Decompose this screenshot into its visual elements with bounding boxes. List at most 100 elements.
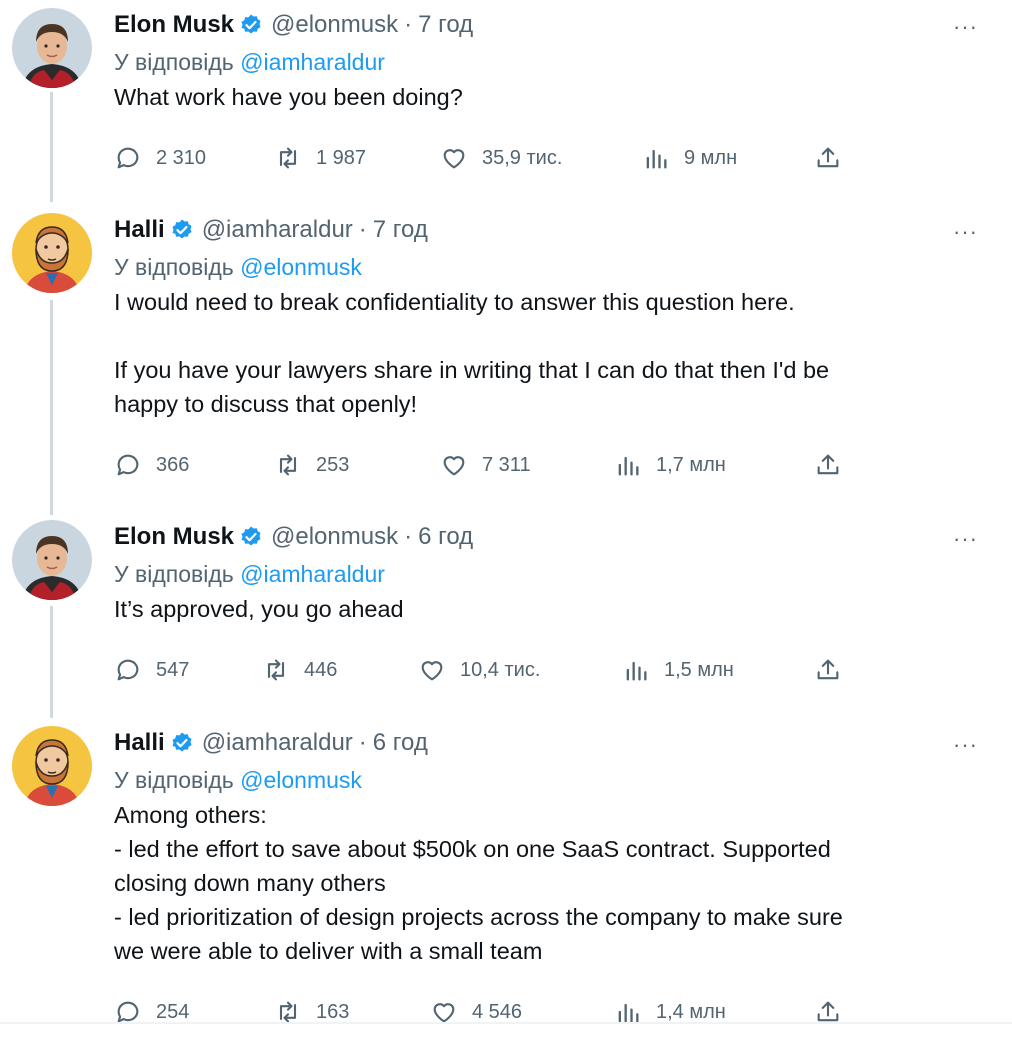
author-handle[interactable]: @elonmusk <box>271 11 398 39</box>
timestamp[interactable]: 7 год <box>373 216 428 244</box>
author-name[interactable]: Halli <box>114 216 165 244</box>
elon-avatar-icon <box>12 520 92 600</box>
tweet-text: Among others: - led the effort to save a… <box>114 798 964 968</box>
reply-count: 2 310 <box>156 146 207 169</box>
tweet-actions: 366 253 7 311 1,7 млн <box>114 445 854 485</box>
retweet-count: 163 <box>316 1000 350 1023</box>
tweet-actions: 547 446 10,4 тис. 1,5 млн <box>114 650 854 690</box>
avatar[interactable] <box>12 8 92 88</box>
retweet-count: 1 987 <box>316 146 367 169</box>
tweet-text-line: It’s approved, you go ahead <box>114 596 404 622</box>
more-icon[interactable]: ··· <box>953 219 978 245</box>
retweet-button[interactable]: 253 <box>274 445 349 485</box>
tweet-text: What work have you been doing? <box>114 80 964 114</box>
tweet[interactable]: Halli @iamharaldur · 6 год У відповідь @… <box>0 718 1012 1024</box>
reply-prefix: У відповідь <box>114 254 234 280</box>
like-count: 35,9 тис. <box>482 146 563 169</box>
retweet-icon <box>279 147 297 169</box>
views-count: 1,4 млн <box>656 1000 726 1023</box>
heart-icon <box>443 149 465 169</box>
share-icon <box>817 454 839 475</box>
reply-button[interactable]: 366 <box>114 445 189 485</box>
author-name[interactable]: Elon Musk <box>114 523 234 551</box>
avatar[interactable] <box>12 520 92 600</box>
tweet-actions: 254 163 4 546 1,4 млн <box>114 992 854 1032</box>
separator-dot: · <box>404 523 413 550</box>
heart-icon <box>421 661 443 681</box>
tweet-text-line: If you have your lawyers share in writin… <box>114 357 830 383</box>
tweet-text-line: I would need to break confidentiality to… <box>114 289 795 315</box>
reply-prefix: У відповідь <box>114 767 234 793</box>
reply-context: У відповідь @iamharaldur <box>114 44 964 80</box>
share-button[interactable] <box>814 144 842 178</box>
reply-count: 366 <box>156 453 190 476</box>
timestamp[interactable]: 7 год <box>418 11 473 39</box>
tweet[interactable]: Elon Musk @elonmusk · 6 год У відповідь … <box>0 512 1012 712</box>
share-button[interactable] <box>814 656 842 690</box>
share-button[interactable] <box>814 451 842 485</box>
tweet-text-line: Among others: <box>114 802 267 828</box>
views-button[interactable]: 1,4 млн <box>614 992 726 1032</box>
share-icon <box>817 147 839 168</box>
tweet-text: It’s approved, you go ahead <box>114 592 964 626</box>
reply-to-link[interactable]: @iamharaldur <box>240 561 385 587</box>
retweet-count: 446 <box>304 658 338 681</box>
like-button[interactable]: 7 311 <box>440 445 531 485</box>
retweet-icon <box>279 454 297 476</box>
tweet-text-line: closing down many others <box>114 870 386 896</box>
retweet-count: 253 <box>316 453 350 476</box>
author-handle[interactable]: @elonmusk <box>271 523 398 551</box>
author-name[interactable]: Elon Musk <box>114 11 234 39</box>
elon-avatar-icon <box>12 8 92 88</box>
tweet-text-line: What work have you been doing? <box>114 84 463 110</box>
views-button[interactable]: 1,5 млн <box>622 650 734 690</box>
views-count: 1,5 млн <box>664 658 734 681</box>
like-button[interactable]: 10,4 тис. <box>418 650 540 690</box>
tweet[interactable]: Halli @iamharaldur · 7 год У відповідь @… <box>0 205 1012 507</box>
tweet[interactable]: Elon Musk @elonmusk · 7 год У відповідь … <box>0 0 1012 200</box>
retweet-button[interactable]: 1 987 <box>274 138 366 178</box>
author-handle[interactable]: @iamharaldur <box>202 729 353 757</box>
halli-avatar-icon <box>12 726 92 806</box>
reply-to-link[interactable]: @elonmusk <box>240 767 362 793</box>
like-count: 4 546 <box>472 1000 523 1023</box>
reply-to-link[interactable]: @iamharaldur <box>240 49 385 75</box>
separator-dot: · <box>358 729 367 756</box>
verified-badge-icon <box>241 526 261 546</box>
like-count: 7 311 <box>482 453 531 476</box>
views-icon <box>646 149 667 169</box>
reply-button[interactable]: 547 <box>114 650 189 690</box>
reply-context: У відповідь @elonmusk <box>114 762 964 798</box>
views-icon <box>626 661 647 681</box>
reply-button[interactable]: 2 310 <box>114 138 206 178</box>
views-button[interactable]: 9 млн <box>642 138 737 178</box>
reply-context: У відповідь @iamharaldur <box>114 556 964 592</box>
reply-icon <box>117 147 139 169</box>
share-button[interactable] <box>814 998 842 1032</box>
timestamp[interactable]: 6 год <box>418 523 473 551</box>
reply-button[interactable]: 254 <box>114 992 189 1032</box>
more-icon[interactable]: ··· <box>953 14 978 40</box>
views-button[interactable]: 1,7 млн <box>614 445 726 485</box>
like-button[interactable]: 35,9 тис. <box>440 138 562 178</box>
reply-to-link[interactable]: @elonmusk <box>240 254 362 280</box>
avatar[interactable] <box>12 726 92 806</box>
views-count: 1,7 млн <box>656 453 726 476</box>
tweet-text-line: - led the effort to save about $500k on … <box>114 836 831 862</box>
divider <box>0 1022 1012 1024</box>
retweet-button[interactable]: 446 <box>262 650 337 690</box>
views-count: 9 млн <box>684 146 738 169</box>
tweet-text-line: happy to discuss that openly! <box>114 391 418 417</box>
author-handle[interactable]: @iamharaldur <box>202 216 353 244</box>
retweet-button[interactable]: 163 <box>274 992 349 1032</box>
like-button[interactable]: 4 546 <box>430 992 522 1032</box>
tweet-actions: 2 310 1 987 35,9 тис. 9 млн <box>114 138 854 178</box>
more-icon[interactable]: ··· <box>953 526 978 552</box>
reply-prefix: У відповідь <box>114 49 234 75</box>
timestamp[interactable]: 6 год <box>373 729 428 757</box>
separator-dot: · <box>358 216 367 243</box>
avatar[interactable] <box>12 213 92 293</box>
reply-icon <box>117 659 139 681</box>
more-icon[interactable]: ··· <box>953 732 978 758</box>
author-name[interactable]: Halli <box>114 729 165 757</box>
